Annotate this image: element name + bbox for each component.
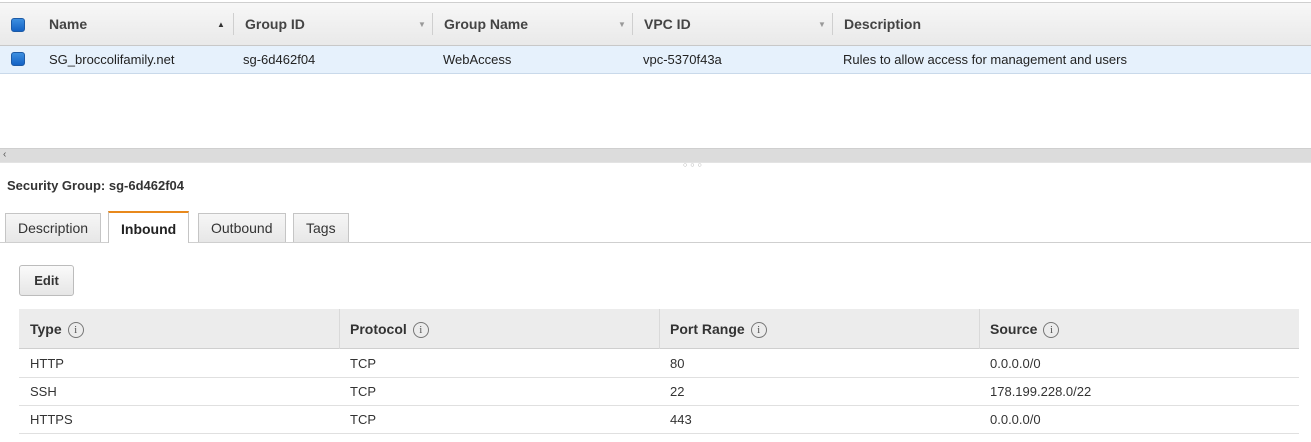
cell-group-name: WebAccess — [443, 52, 512, 67]
scroll-left-icon[interactable]: ‹ — [3, 148, 6, 162]
tab-description[interactable]: Description — [5, 213, 102, 242]
cell-type: HTTP — [30, 356, 64, 371]
cell-port-range: 80 — [670, 356, 685, 371]
cell-vpc-id: vpc-5370f43a — [643, 52, 722, 67]
pane-splitter[interactable]: ○○○ — [0, 162, 1311, 169]
column-header-name[interactable]: Name ▲ — [38, 3, 234, 46]
drag-handle-icon[interactable]: ○○○ — [683, 162, 705, 169]
chevron-down-icon[interactable]: ▼ — [618, 3, 626, 46]
rules-header-protocol: Protocol i — [339, 309, 659, 349]
tab-inbound[interactable]: Inbound — [108, 211, 190, 243]
detail-title: Security Group: sg-6d462f04 — [7, 178, 184, 193]
chevron-down-icon[interactable]: ▼ — [418, 3, 426, 46]
column-header-label: Description — [844, 16, 922, 32]
column-header-label: VPC ID — [644, 16, 691, 32]
column-header-description[interactable]: Description — [833, 3, 1311, 46]
rules-header-type: Type i — [19, 309, 339, 349]
cell-source: 0.0.0.0/0 — [990, 356, 1041, 371]
table-row: SSH TCP 22 178.199.228.0/22 — [19, 378, 1299, 406]
column-divider — [339, 309, 340, 349]
column-header-label: Protocol — [350, 321, 407, 337]
column-header-group-id[interactable]: Group ID ▼ — [234, 3, 433, 46]
column-header-group-name[interactable]: Group Name ▼ — [433, 3, 633, 46]
cell-protocol: TCP — [350, 384, 376, 399]
column-divider — [979, 309, 980, 349]
cell-source: 0.0.0.0/0 — [990, 412, 1041, 427]
select-all-checkbox[interactable] — [11, 18, 25, 32]
cell-group-id: sg-6d462f04 — [243, 52, 316, 67]
column-header-label: Group Name — [444, 16, 529, 32]
chevron-down-icon[interactable]: ▼ — [818, 3, 826, 46]
table-row[interactable]: SG_broccolifamily.net sg-6d462f04 WebAcc… — [0, 46, 1311, 74]
sort-ascending-icon[interactable]: ▲ — [217, 3, 225, 46]
tab-strip-divider — [0, 242, 1311, 243]
column-header-label: Group ID — [245, 16, 305, 32]
cell-source: 178.199.228.0/22 — [990, 384, 1092, 399]
rules-header-source: Source i — [979, 309, 1299, 349]
cell-port-range: 443 — [670, 412, 692, 427]
cell-protocol: TCP — [350, 356, 376, 371]
tab-tags[interactable]: Tags — [293, 213, 349, 242]
table-row: HTTPS TCP 443 0.0.0.0/0 — [19, 406, 1299, 434]
tab-outbound[interactable]: Outbound — [198, 213, 286, 242]
cell-type: SSH — [30, 384, 57, 399]
rules-header-port-range: Port Range i — [659, 309, 979, 349]
info-icon[interactable]: i — [750, 322, 767, 339]
info-icon[interactable]: i — [1043, 322, 1060, 339]
cell-port-range: 22 — [670, 384, 685, 399]
rules-header: Type i Protocol i Port Range i Source i — [19, 309, 1299, 349]
security-groups-grid: Name ▲ Group ID ▼ Group Name ▼ VPC ID ▼ … — [0, 0, 1311, 150]
cell-type: HTTPS — [30, 412, 73, 427]
column-divider — [659, 309, 660, 349]
info-icon[interactable]: i — [67, 322, 84, 339]
column-header-label: Name — [49, 16, 88, 32]
cell-description: Rules to allow access for management and… — [843, 52, 1127, 67]
column-header-label: Source — [990, 321, 1038, 337]
grid-header: Name ▲ Group ID ▼ Group Name ▼ VPC ID ▼ … — [0, 2, 1311, 46]
edit-button[interactable]: Edit — [19, 265, 74, 296]
column-header-label: Port Range — [670, 321, 745, 337]
horizontal-scrollbar[interactable]: ‹ — [0, 148, 1311, 162]
table-row: HTTP TCP 80 0.0.0.0/0 — [19, 350, 1299, 378]
column-header-label: Type — [30, 321, 62, 337]
cell-name: SG_broccolifamily.net — [49, 52, 175, 67]
info-icon[interactable]: i — [412, 322, 429, 339]
row-checkbox[interactable] — [11, 52, 25, 66]
column-header-vpc-id[interactable]: VPC ID ▼ — [633, 3, 833, 46]
cell-protocol: TCP — [350, 412, 376, 427]
